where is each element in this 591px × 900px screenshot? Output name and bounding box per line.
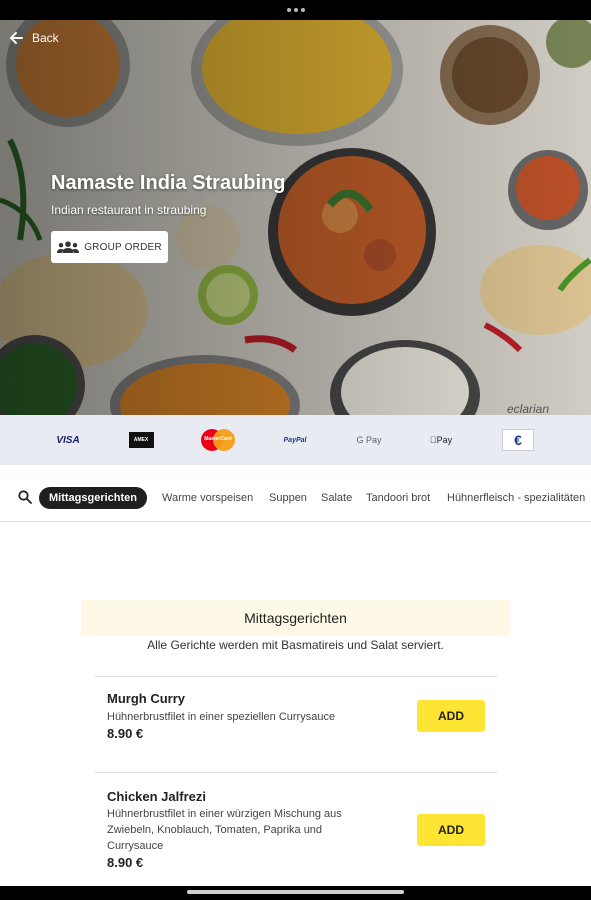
menu-item-name: Murgh Curry [107, 691, 185, 706]
hero-overlay [0, 20, 591, 415]
category-navigation: Mittagsgerichten Warme vorspeisen Suppen… [0, 465, 591, 522]
menu-item-price: 8.90 € [107, 726, 144, 741]
payment-methods-bar: VISA AMEX MasterCard PayPal G Pay Pay € [0, 415, 591, 465]
search-icon[interactable] [18, 490, 32, 504]
divider [95, 772, 497, 773]
home-gesture-handle[interactable] [187, 890, 404, 894]
hero-banner: Back Namaste India Straubing Indian rest… [0, 20, 591, 415]
window-dots-icon [287, 8, 305, 12]
google-pay-icon: G Pay [356, 435, 382, 445]
visa-icon: VISA [56, 434, 80, 446]
system-navigation-bar [0, 886, 591, 900]
divider [95, 676, 497, 677]
category-tab-salate[interactable]: Salate [321, 487, 352, 509]
group-order-button[interactable]: GROUP ORDER [51, 231, 168, 263]
category-tab-suppen[interactable]: Suppen [269, 487, 307, 509]
amex-icon: AMEX [128, 415, 154, 465]
back-button[interactable]: Back [8, 30, 59, 46]
menu-item-description: Hühnerbrustfilet in einer speziellen Cur… [107, 711, 336, 723]
add-button[interactable]: ADD [417, 700, 485, 732]
restaurant-subtitle: Indian restaurant in straubing [51, 203, 207, 217]
photo-watermark: eclarian [507, 402, 550, 415]
category-tab-huehnerfleisch[interactable]: Hühnerfleisch - spezialitäten [447, 487, 585, 509]
group-order-label: GROUP ORDER [84, 241, 162, 253]
category-tab-mittagsgerichten[interactable]: Mittagsgerichten [39, 487, 148, 509]
section-title: Mittagsgerichten [81, 600, 510, 636]
menu-item-price: 8.90 € [107, 855, 144, 870]
group-icon [57, 241, 80, 253]
category-tab-tandoori-brot[interactable]: Tandoori brot [366, 487, 430, 509]
apple-pay-icon: Pay [430, 435, 452, 445]
back-label: Back [32, 31, 59, 45]
paypal-icon: PayPal [283, 436, 307, 444]
menu-item-description: Hühnerbrustfilet in einer würzigen Misch… [107, 808, 342, 852]
add-button[interactable]: ADD [417, 814, 485, 846]
section-description: Alle Gerichte werden mit Basmatireis und… [147, 638, 444, 652]
arrow-left-icon [10, 32, 23, 44]
euro-cash-icon: € [502, 415, 534, 465]
mastercard-icon: MasterCard [201, 415, 235, 465]
status-bar [0, 0, 591, 20]
menu-item-name: Chicken Jalfrezi [107, 789, 206, 804]
restaurant-title: Namaste India Straubing [51, 172, 286, 194]
app-screen: Back Namaste India Straubing Indian rest… [0, 20, 591, 886]
category-tab-warme-vorspeisen[interactable]: Warme vorspeisen [162, 487, 253, 509]
